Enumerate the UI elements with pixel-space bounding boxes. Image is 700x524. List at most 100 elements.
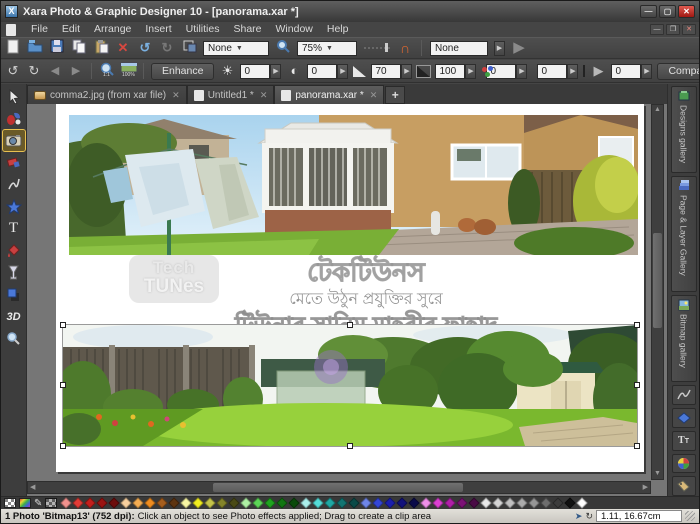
fill-gallery-tab[interactable] — [671, 408, 696, 428]
paste-icon[interactable] — [93, 39, 109, 58]
shadow-tool[interactable] — [3, 284, 25, 305]
brightness-input[interactable] — [240, 63, 271, 79]
delete-icon[interactable]: ✕ — [115, 40, 131, 56]
apply-arrow-icon[interactable]: ▶ — [511, 40, 527, 56]
zoom-100-icon[interactable]: 100% — [120, 62, 138, 81]
color-swatch[interactable] — [468, 497, 481, 509]
red-eye-spin-button[interactable]: ▶ — [567, 63, 579, 79]
color-swatch[interactable] — [576, 497, 589, 509]
photo-tool[interactable] — [1, 129, 26, 152]
new-document-icon[interactable] — [5, 39, 21, 58]
color-swatch[interactable] — [336, 497, 349, 509]
color-swatch[interactable] — [396, 497, 409, 509]
selection-handle[interactable] — [347, 443, 353, 449]
shape-painter-tool[interactable] — [3, 108, 25, 129]
vertical-scroll-thumb[interactable] — [653, 233, 662, 328]
gradient-icon[interactable] — [583, 65, 586, 77]
erase-tool[interactable] — [3, 152, 25, 173]
color-swatch[interactable] — [480, 497, 493, 509]
brightness-spin-button[interactable]: ▶ — [270, 63, 282, 79]
selection-handle[interactable] — [60, 443, 66, 449]
text-tool[interactable]: T — [3, 218, 25, 239]
doc-restore-button[interactable]: ❐ — [666, 24, 680, 35]
color-swatch[interactable] — [540, 497, 553, 509]
feather-spin-button[interactable]: ▶ — [494, 40, 505, 56]
extrude-3d-tool[interactable]: 3D — [3, 306, 25, 327]
menu-edit[interactable]: Edit — [55, 23, 87, 35]
color-swatch[interactable] — [360, 497, 373, 509]
scroll-left-icon[interactable]: ◀ — [30, 482, 35, 493]
fill-tool[interactable] — [3, 240, 25, 261]
red-eye-input[interactable] — [537, 63, 568, 79]
contrast-spin-button[interactable]: ▶ — [337, 63, 349, 79]
zoom-tool[interactable] — [3, 328, 25, 349]
menu-window[interactable]: Window — [269, 23, 320, 35]
undo-icon[interactable]: ↺ — [137, 40, 153, 56]
playback-spin-button[interactable]: ▶ — [641, 63, 653, 79]
color-swatch[interactable] — [204, 497, 217, 509]
color-swatch[interactable] — [264, 497, 277, 509]
color-swatch[interactable] — [192, 497, 205, 509]
maximize-button[interactable]: ▢ — [659, 5, 676, 18]
line-tool[interactable] — [3, 174, 25, 195]
copy-icon[interactable] — [71, 39, 87, 58]
snap-magnet-icon[interactable]: ∩ — [397, 40, 413, 56]
selection-handle[interactable] — [634, 382, 640, 388]
color-swatch[interactable] — [432, 497, 445, 509]
color-swatch[interactable] — [504, 497, 517, 509]
scroll-up-icon[interactable]: ▲ — [652, 105, 663, 115]
highlights-input[interactable] — [435, 63, 466, 79]
color-swatch[interactable] — [348, 497, 361, 509]
color-swatch[interactable] — [252, 497, 265, 509]
name-gallery-tab[interactable] — [671, 476, 696, 496]
scroll-down-icon[interactable]: ▼ — [652, 469, 663, 479]
menu-insert[interactable]: Insert — [138, 23, 178, 35]
rotate-left-icon[interactable]: ↺ — [5, 63, 21, 79]
color-swatch[interactable] — [60, 497, 73, 509]
color-swatch[interactable] — [108, 497, 121, 509]
tab-close-icon[interactable]: ✕ — [370, 90, 378, 101]
document-page[interactable]: Tech TUNes টেকটিউনস মেতে উঠুন প্রযুক্তির… — [56, 104, 644, 472]
horizontal-scrollbar[interactable]: ◀ ▶ — [27, 481, 651, 494]
quickshape-tool[interactable] — [3, 196, 25, 217]
color-gallery-tab[interactable] — [671, 453, 696, 474]
color-swatch[interactable] — [84, 497, 97, 509]
stroke-width-dropdown[interactable]: None ▼ — [203, 40, 269, 56]
color-swatch[interactable] — [288, 497, 301, 509]
canvas-area[interactable]: Tech TUNes টেকটিউনস মেতে উঠুন প্রযুক্তির… — [27, 104, 667, 496]
transparency-tool[interactable] — [3, 262, 25, 283]
close-button[interactable]: ✕ — [678, 5, 695, 18]
menu-arrange[interactable]: Arrange — [87, 23, 138, 35]
color-swatch[interactable] — [372, 497, 385, 509]
pattern-swatch[interactable] — [45, 498, 58, 508]
doc-minimize-button[interactable]: — — [650, 24, 664, 35]
doc-close-button[interactable]: ✕ — [682, 24, 696, 35]
color-swatch[interactable] — [492, 497, 505, 509]
tab-close-icon[interactable]: ✕ — [260, 90, 268, 101]
color-swatch[interactable] — [156, 497, 169, 509]
fonts-gallery-tab[interactable]: TT — [671, 430, 696, 451]
new-tab-button[interactable]: + — [385, 86, 406, 104]
color-swatch[interactable] — [168, 497, 181, 509]
horizontal-scroll-thumb[interactable] — [213, 483, 463, 492]
menu-help[interactable]: Help — [320, 23, 356, 35]
shadows-spin-button[interactable]: ▶ — [401, 63, 413, 79]
minimize-button[interactable]: — — [640, 5, 657, 18]
top-panorama-photo[interactable] — [69, 115, 638, 255]
compare-button[interactable]: Compa — [657, 62, 699, 80]
feather-dropdown[interactable]: None — [430, 40, 488, 56]
color-swatch[interactable] — [216, 497, 229, 509]
line-gallery-tab[interactable] — [671, 385, 696, 405]
color-swatch[interactable] — [384, 497, 397, 509]
eyedropper-icon[interactable]: ✎ — [34, 498, 42, 509]
zoom-tool-icon[interactable] — [275, 39, 291, 58]
zoom-1to1-icon[interactable]: 1:1 — [99, 62, 115, 81]
color-swatch[interactable] — [228, 497, 241, 509]
color-swatch[interactable] — [564, 497, 577, 509]
color-swatch[interactable] — [552, 497, 565, 509]
shadows-input[interactable] — [371, 63, 402, 79]
color-swatch[interactable] — [300, 497, 313, 509]
color-swatch[interactable] — [180, 497, 193, 509]
color-editor-icon[interactable] — [19, 498, 31, 508]
selection-handle[interactable] — [60, 382, 66, 388]
